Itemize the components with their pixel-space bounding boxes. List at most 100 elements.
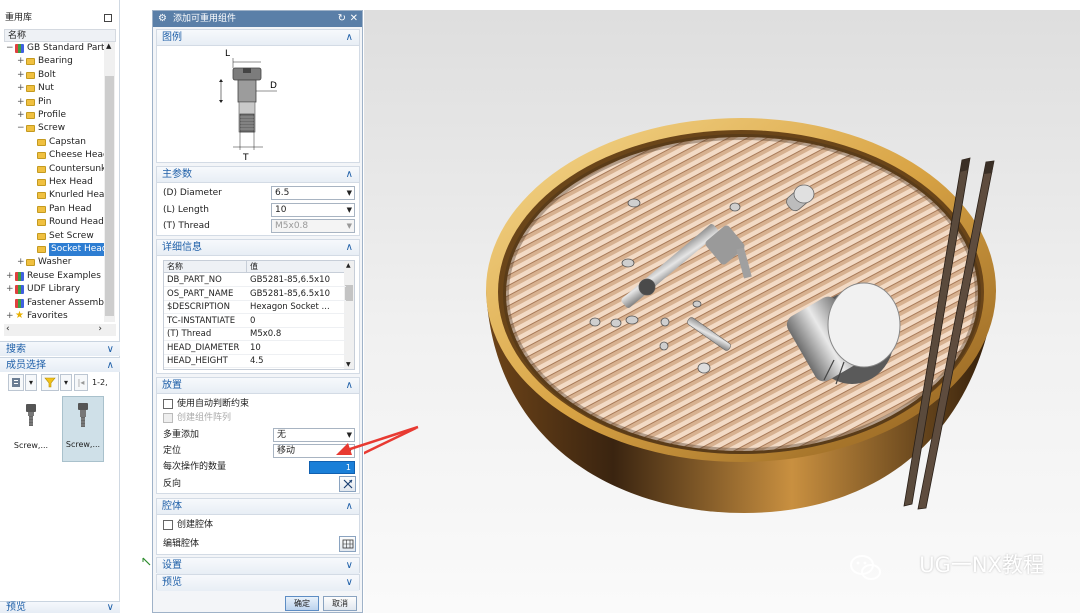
tree-item-udf-library[interactable]: + UDF Library [4,283,116,296]
expand-icon[interactable]: + [17,69,25,82]
table-cell-name[interactable]: OS_PART_NAME [164,288,247,301]
chevron-up-icon: ∧ [345,169,353,180]
panel-title: 重用库 [0,10,120,26]
tree-item-nut[interactable]: + Nut [4,82,116,95]
view-mode-dropdown[interactable]: ▾ [25,374,37,391]
placement-header[interactable]: 放置 ∧ [157,378,359,394]
tree-item-pin[interactable]: + Pin [4,96,116,109]
gear-icon[interactable]: ⚙ [158,11,167,27]
coordinate-triad-icon [142,557,151,566]
tree-item-label: Knurled Head [49,190,111,201]
tree-item-hex-head[interactable]: Hex Head [4,176,116,189]
table-cell-value[interactable]: GB5281-85,6.5x10 [247,288,346,301]
table-cell-value[interactable]: GB5281-85,6.5x10 [247,274,346,287]
expand-icon[interactable]: + [6,283,14,296]
table-cell-name[interactable]: TC-INSTANTIATE [164,315,247,328]
scroll-down-icon[interactable]: ▼ [346,361,351,368]
preview-header-label: 预览 [162,577,182,588]
close-icon[interactable]: ✕ [350,11,358,27]
table-cell-value[interactable]: Hexagon Socket ... [247,301,346,314]
table-cell-value[interactable]: M5x0.8 [247,328,346,341]
illustration-header[interactable]: 图例 ∧ [157,30,359,46]
tree-item-pan-head[interactable]: Pan Head [4,203,116,216]
member-thumbnail-selected[interactable]: Screw,... [62,396,104,462]
ok-button[interactable]: 确定 [285,596,319,611]
illustration-group: 图例 ∧ L D T [156,29,360,163]
expand-icon[interactable]: + [17,256,25,269]
tree-item-favorites[interactable]: + ★ Favorites [4,310,116,322]
table-header-name[interactable]: 名称 [164,261,247,273]
tree-hscrollbar[interactable]: ‹ › [4,324,116,336]
scroll-thumb[interactable] [345,285,353,301]
expand-icon[interactable]: + [17,96,25,109]
create-cavity-checkbox[interactable] [163,520,173,530]
cancel-button[interactable]: 取消 [323,596,357,611]
view-mode-button[interactable] [8,374,24,391]
tree-item-gb-standard-parts[interactable]: − GB Standard Parts [4,42,116,55]
auto-constraint-checkbox[interactable] [163,399,173,409]
tree-item-fastener-assembly[interactable]: Fastener Assembly [4,297,116,310]
tree-item-profile[interactable]: + Profile [4,109,116,122]
scroll-right-icon[interactable]: › [98,324,102,334]
diameter-select[interactable]: 6.5 ▼ [271,186,355,200]
tree-item-capstan[interactable]: Capstan [4,136,116,149]
reverse-direction-button[interactable] [339,476,356,492]
scroll-left-icon[interactable]: ‹ [6,324,10,334]
edit-cavity-button[interactable] [339,536,356,552]
expand-icon[interactable]: + [17,82,25,95]
table-cell-name[interactable]: $DESCRIPTION [164,301,247,314]
member-section-header[interactable]: 成员选择 ∧ [0,357,120,372]
filter-dropdown[interactable]: ▾ [60,374,72,391]
preview-section-header[interactable]: 预览 ∨ [0,601,120,613]
tree-column-header[interactable]: 名称 [4,29,116,42]
cavity-header[interactable]: 腔体 ∧ [157,499,359,515]
thread-select: M5x0.8 ▼ [271,219,355,233]
tree-item-reuse-examples[interactable]: + Reuse Examples [4,270,116,283]
tree-item-cheese-head[interactable]: Cheese Head [4,149,116,162]
scroll-up-icon[interactable]: ▲ [106,42,111,50]
tree-item-set-screw[interactable]: Set Screw [4,230,116,243]
library-icon [15,285,24,295]
tree-item-knurled-head[interactable]: Knurled Head [4,189,116,202]
table-cell-value[interactable]: 10 [247,342,346,355]
filter-button[interactable] [41,374,59,391]
expand-icon[interactable]: + [6,270,14,283]
preview-header[interactable]: 预览 ∨ [157,575,359,591]
scroll-thumb[interactable] [105,76,114,316]
details-header[interactable]: 详细信息 ∧ [157,240,359,256]
tree-scrollbar[interactable]: ▲ [104,42,115,322]
search-section-header[interactable]: 搜索 ∨ [0,341,120,356]
member-thumbnail[interactable]: Screw,... [10,396,52,462]
table-cell-value[interactable]: 0 [247,315,346,328]
dialog-titlebar[interactable]: ⚙ 添加可重用组件 ↻ ✕ [153,11,362,27]
table-cell-value[interactable]: 4.5 [247,355,346,368]
tree-item-bearing[interactable]: + Bearing [4,55,116,68]
collapse-icon[interactable]: − [17,122,25,135]
scroll-up-icon[interactable]: ▲ [346,262,351,269]
tree-item-bolt[interactable]: + Bolt [4,69,116,82]
tree-item-socket-head[interactable]: Socket Head [4,243,116,256]
length-select[interactable]: 10 ▼ [271,203,355,217]
table-header-value[interactable]: 值 [247,261,346,273]
collapse-icon[interactable]: − [6,42,14,55]
reset-icon[interactable]: ↻ [338,11,346,27]
count-input[interactable]: 1 [309,461,355,474]
graphics-viewport[interactable]: UG一NX教程 [344,10,1080,613]
settings-header[interactable]: 设置 ∨ [157,558,359,574]
table-cell-name[interactable]: HEAD_HEIGHT [164,355,247,368]
maximize-icon[interactable] [104,14,112,22]
tree-item-label: Hex Head [49,177,93,187]
tree-item-countersunk[interactable]: Countersunk [4,163,116,176]
tree-item-washer[interactable]: + Washer [4,256,116,269]
count-label: 每次操作的数量 [163,462,227,472]
table-cell-name[interactable]: HEAD_DIAMETER [164,342,247,355]
expand-icon[interactable]: + [6,310,14,322]
tree-item-screw[interactable]: − Screw [4,122,116,135]
table-cell-name[interactable]: (T) Thread [164,328,247,341]
expand-icon[interactable]: + [17,55,25,68]
main-params-header[interactable]: 主参数 ∧ [157,167,359,183]
table-cell-name[interactable]: DB_PART_NO [164,274,247,287]
first-page-button[interactable]: |◂ [74,374,88,391]
expand-icon[interactable]: + [17,109,25,122]
tree-item-round-head[interactable]: Round Head [4,216,116,229]
